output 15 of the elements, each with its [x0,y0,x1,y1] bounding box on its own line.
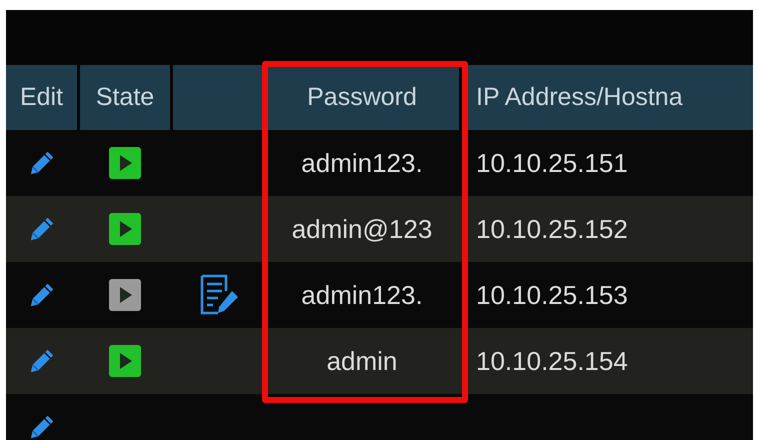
password-cell-text: admin123. [300,278,424,312]
column-header: Edit [6,65,77,130]
column-header: Password [265,65,459,130]
play-icon[interactable] [109,279,141,311]
password-cell-text: admin123. [300,146,424,180]
ip-address-cell-text: 10.10.25.151 [475,146,629,180]
column-header: State [80,65,170,130]
play-icon[interactable] [109,213,141,245]
password-cell-text: admin [326,344,398,378]
play-icon[interactable] [109,345,141,377]
ip-address-cell-text: 10.10.25.153 [475,278,629,312]
ip-address-cell-text: 10.10.25.152 [475,212,629,246]
password-cell-text: admin@123 [290,212,434,246]
play-icon[interactable] [109,147,141,179]
ip-address-cell-text: 10.10.25.154 [475,344,629,378]
